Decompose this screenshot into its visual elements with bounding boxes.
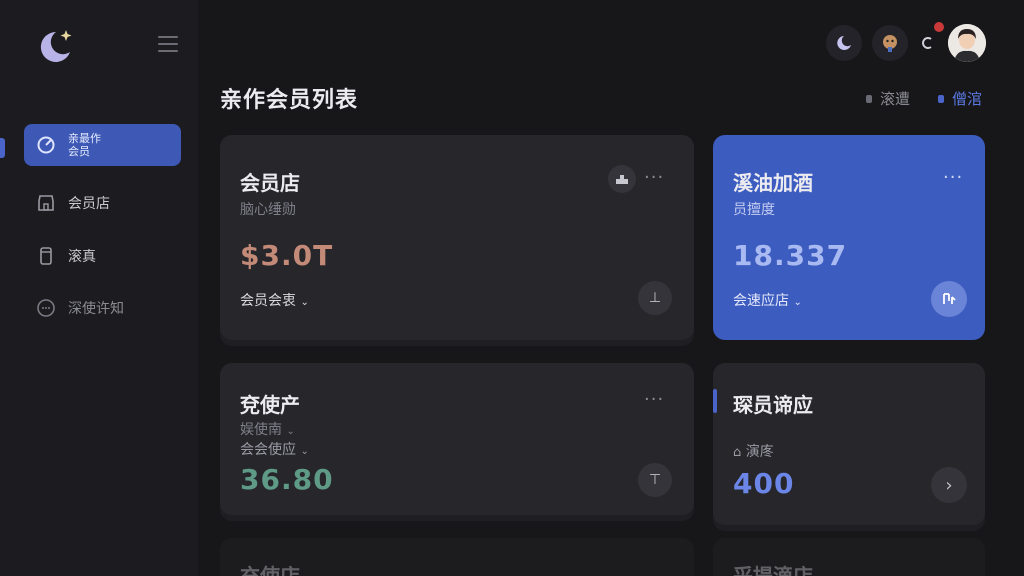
card-store[interactable]: 会员店 脑心缍勋 $3.0T 会员会衷 ⌄ ··· ⊥ bbox=[220, 135, 694, 340]
action-icon[interactable]: ⊤ bbox=[638, 463, 672, 497]
card-title: 兗使产 bbox=[240, 393, 300, 417]
card-value: 36.80 bbox=[240, 463, 334, 496]
sidebar: 亲最作 会员 会员店 滚真 深使许知 bbox=[0, 0, 198, 576]
card-subtitle: ⌂ 演庝 bbox=[733, 444, 774, 460]
card-title: 采提滴店 bbox=[733, 564, 813, 576]
home-icon: ⌂ bbox=[733, 445, 742, 460]
more-icon[interactable]: ··· bbox=[644, 389, 664, 410]
card-subtitle: 员擅度 bbox=[733, 202, 775, 218]
chevron-right-icon[interactable]: › bbox=[931, 467, 967, 503]
action-icon[interactable] bbox=[931, 281, 967, 317]
sidebar-item-dashboard[interactable]: 亲最作 会员 bbox=[24, 124, 181, 166]
menu-toggle-icon[interactable] bbox=[158, 36, 178, 52]
more-icon[interactable]: ··· bbox=[943, 167, 963, 188]
chart-gauge-icon bbox=[36, 135, 56, 155]
settings-button[interactable] bbox=[918, 25, 938, 61]
accent-bar bbox=[713, 389, 717, 413]
page-title: 亲作会员列表 bbox=[220, 88, 359, 113]
header-actions bbox=[826, 24, 986, 62]
card-title: 会员店 bbox=[240, 171, 300, 195]
card-value: $3.0T bbox=[240, 239, 334, 272]
moon-logo-icon bbox=[34, 26, 78, 70]
mascot-button[interactable] bbox=[872, 25, 908, 61]
card-title: 溪油加酒 bbox=[733, 171, 813, 195]
upload-icon[interactable] bbox=[608, 165, 636, 193]
mascot-icon bbox=[883, 35, 897, 52]
sidebar-item-chat[interactable]: 深使许知 bbox=[24, 287, 181, 329]
card-partial[interactable]: 充使店 bbox=[220, 538, 694, 576]
legend: 滚遭 僧涫 bbox=[865, 88, 982, 109]
more-icon[interactable]: ··· bbox=[644, 167, 664, 188]
legend-item-active[interactable]: 僧涫 bbox=[937, 88, 982, 109]
card-subtitle: 脑心缍勋 bbox=[240, 202, 296, 218]
card-highlight[interactable]: 溪油加酒 员擅度 18.337 会速应店 ⌄ ··· bbox=[713, 135, 985, 340]
sidebar-item-label: 深使许知 bbox=[68, 301, 124, 317]
action-icon[interactable]: ⊥ bbox=[638, 281, 672, 315]
card-dropdown[interactable]: 会速应店 ⌄ bbox=[733, 290, 802, 310]
sidebar-item-label: 会员店 bbox=[68, 196, 110, 212]
legend-item-inactive[interactable]: 滚遭 bbox=[865, 88, 910, 109]
device-icon bbox=[36, 246, 56, 266]
sidebar-item-label: 亲最作 会员 bbox=[68, 132, 101, 158]
card-title: 充使店 bbox=[240, 564, 300, 576]
theme-toggle-button[interactable] bbox=[826, 25, 862, 61]
sidebar-item-device[interactable]: 滚真 bbox=[24, 235, 181, 277]
moon-icon bbox=[837, 36, 851, 50]
card-dropdown[interactable]: 会员会衷 ⌄ bbox=[240, 290, 309, 310]
card-value: 18.337 bbox=[733, 239, 848, 272]
card-value: 400 bbox=[733, 467, 795, 500]
card-stat[interactable]: 琛员谛应 ⌂ 演庝 400 › bbox=[713, 363, 985, 525]
sidebar-item-store[interactable]: 会员店 bbox=[24, 182, 181, 224]
chat-icon bbox=[36, 298, 56, 318]
card-subtitle[interactable]: 娱使南 ⌄ bbox=[240, 419, 295, 439]
card-dropdown[interactable]: 会会使应 ⌄ bbox=[240, 439, 309, 459]
active-nav-indicator bbox=[0, 138, 5, 158]
store-icon bbox=[36, 193, 56, 213]
card-partial[interactable]: 采提滴店 bbox=[713, 538, 985, 576]
user-avatar[interactable] bbox=[948, 24, 986, 62]
card-usage[interactable]: 兗使产 娱使南 ⌄ 会会使应 ⌄ 36.80 ··· ⊤ bbox=[220, 363, 694, 515]
card-title: 琛员谛应 bbox=[733, 393, 813, 417]
sidebar-item-label: 滚真 bbox=[68, 249, 96, 265]
small-settings-icon bbox=[922, 37, 932, 49]
